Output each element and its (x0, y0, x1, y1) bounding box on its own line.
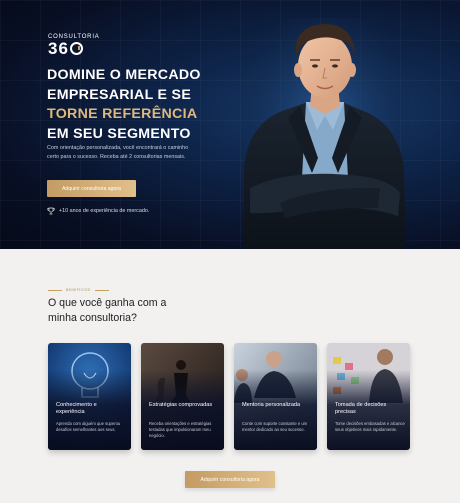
consultant-photo (240, 18, 410, 249)
card-description: Tome decisões embasadas e alcance seus o… (335, 421, 405, 432)
section-title: O que você ganha com a minha consultoria… (48, 297, 167, 324)
hero-section: CONSULTORIA 36 DOMINE O MERCADO EMPRESAR… (0, 0, 460, 249)
hero-description: Com orientação personalizada, você encon… (47, 145, 189, 160)
section-eyebrow: BENEFÍCIOS (48, 288, 109, 292)
eyebrow-text: BENEFÍCIOS (66, 288, 91, 292)
benefit-card[interactable]: Tomada de decisões precisas Tome decisõe… (327, 343, 410, 450)
benefits-cta-button[interactable]: Adquirir consultoria agora (185, 471, 275, 488)
card-title: Conhecimento e experiência (56, 402, 97, 416)
hero-headline: DOMINE O MERCADO EMPRESARIAL E SE TORNE … (47, 66, 247, 144)
card-description: Aprenda com alguém que superou desafios … (56, 421, 121, 432)
headline-highlight: TORNE REFERÊNCIA (47, 106, 198, 122)
eyebrow-divider (48, 289, 62, 291)
card-overlay (327, 343, 410, 450)
experience-text: +10 anos de experiência de mercado. (59, 208, 150, 214)
benefit-cards: Conhecimento e experiência Aprenda com a… (48, 343, 410, 450)
card-description: Receba orientações e estratégias testada… (149, 421, 212, 438)
eyebrow-divider (94, 289, 109, 291)
logo-zero-mark (69, 42, 83, 55)
card-description: Conte com suporte constante e um mentor … (242, 421, 308, 432)
logo[interactable]: CONSULTORIA 36 (48, 34, 100, 59)
benefit-card[interactable]: Mentoria personalizada Conte com suporte… (234, 343, 317, 450)
logo-main-text: 36 (48, 39, 69, 58)
hero-cta-button[interactable]: Adquirir consultoria agora (47, 180, 136, 197)
headline-line-1: DOMINE O MERCADO (47, 67, 201, 83)
experience-note: +10 anos de experiência de mercado. (47, 207, 149, 215)
card-title: Mentoria personalizada (242, 402, 301, 408)
card-overlay (48, 343, 131, 450)
trophy-icon (47, 207, 55, 215)
benefit-card[interactable]: Estratégias comprovadas Receba orientaçõ… (141, 343, 224, 450)
benefit-card[interactable]: Conhecimento e experiência Aprenda com a… (48, 343, 131, 450)
headline-line-2: EMPRESARIAL E SE (47, 86, 192, 103)
card-overlay (234, 343, 317, 450)
card-title: Tomada de decisões precisas (335, 402, 387, 416)
headline-line-4: EM SEU SEGMENTO (47, 125, 191, 142)
card-title: Estratégias comprovadas (149, 402, 213, 408)
